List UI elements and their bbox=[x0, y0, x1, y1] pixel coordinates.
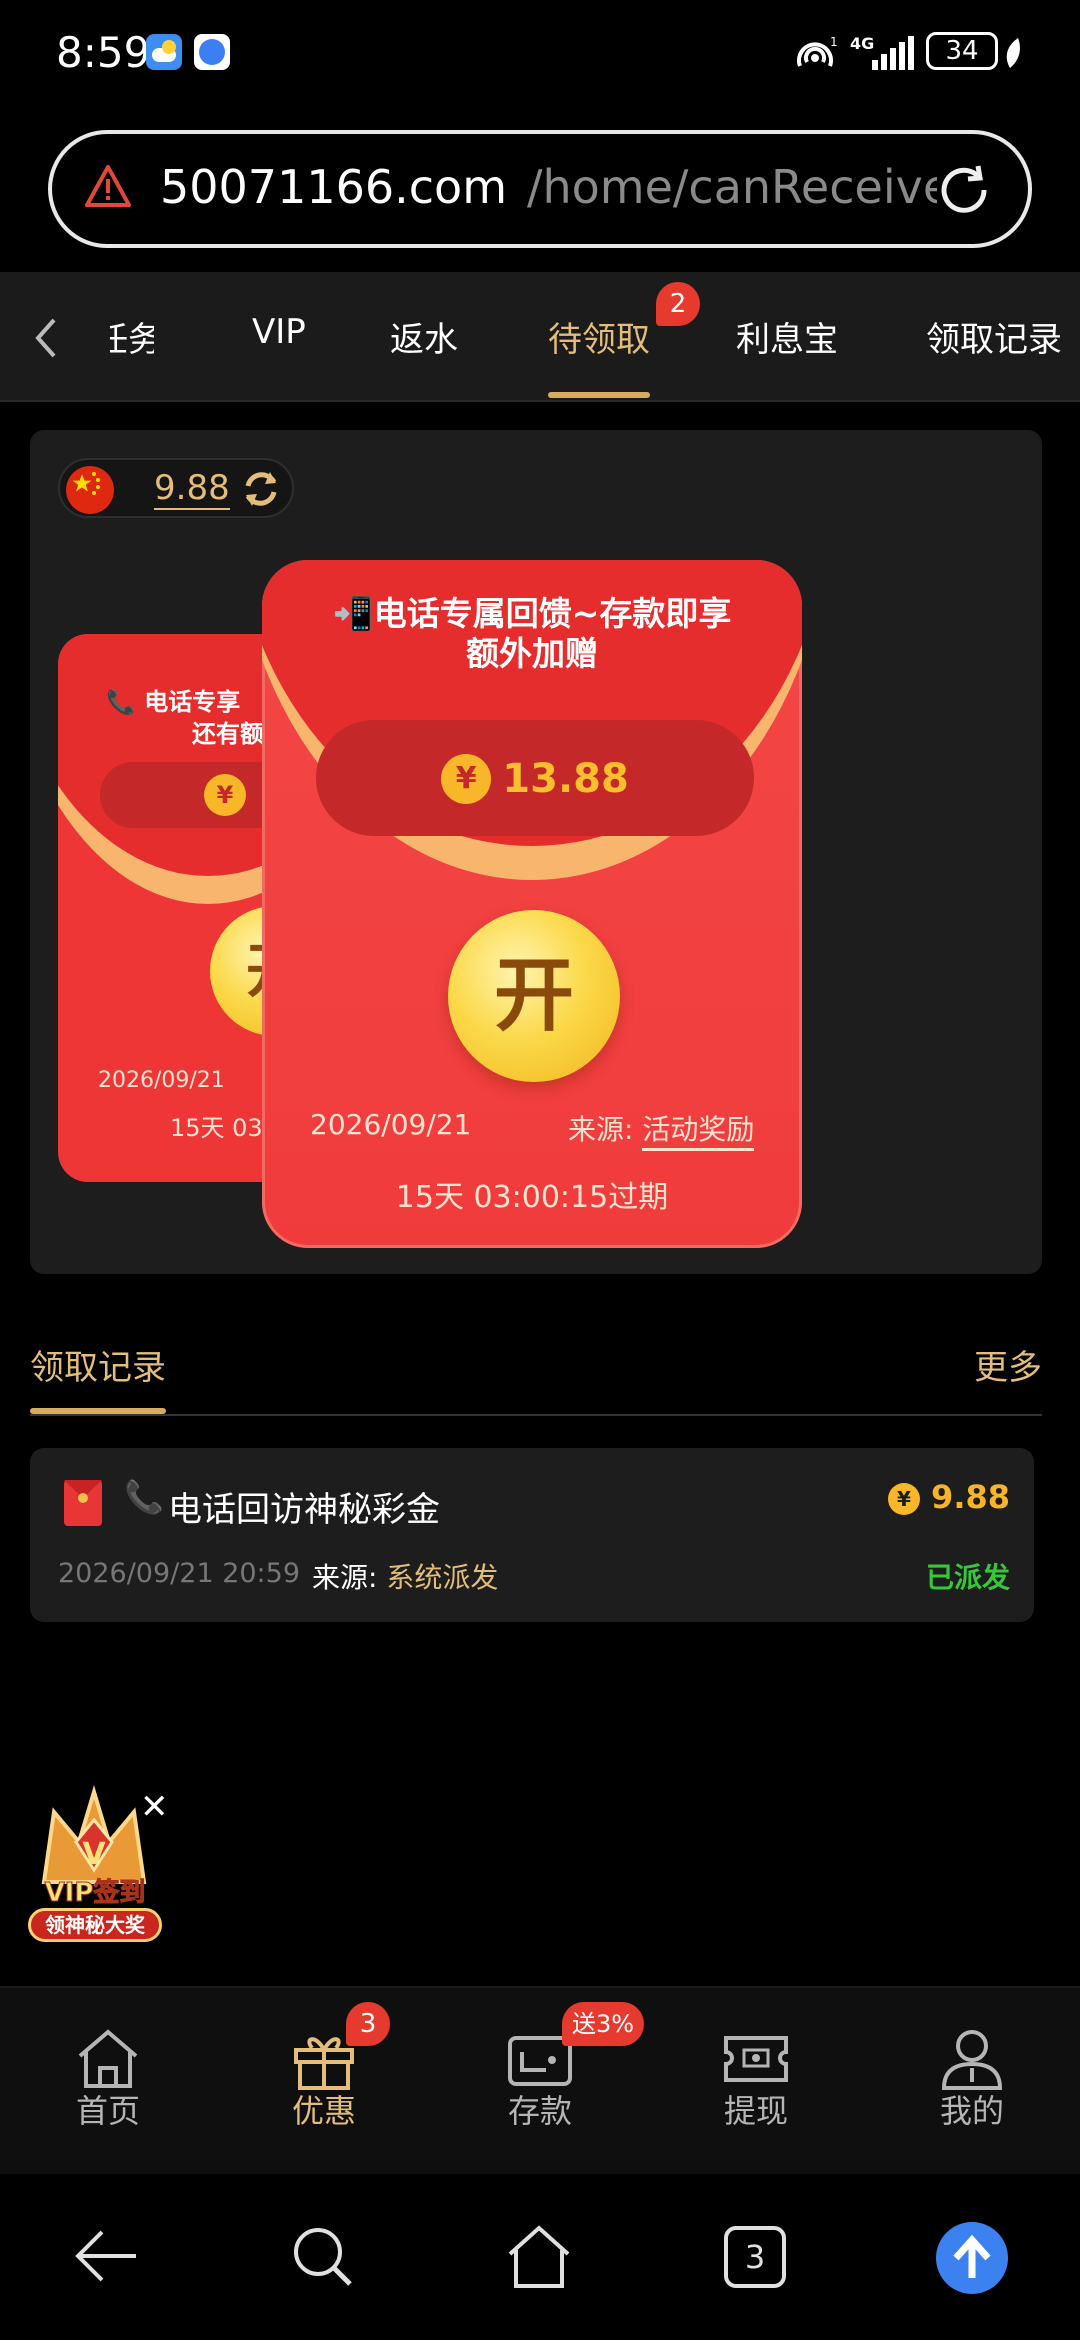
reload-icon[interactable] bbox=[934, 160, 994, 220]
home-icon[interactable] bbox=[506, 2224, 572, 2290]
phone-icon: 📞 bbox=[106, 688, 136, 716]
red-envelope-front[interactable]: 📲电话专属回馈~存款即享 额外加赠 ¥ 13.88 开 2026/09/21 来… bbox=[262, 560, 802, 1248]
envelope-front-amount-box: ¥ 13.88 bbox=[316, 720, 754, 836]
records-more-link[interactable]: 更多 bbox=[974, 1340, 1042, 1389]
envelope-front-source: 来源: 活动奖励 bbox=[568, 1108, 755, 1151]
source-value[interactable]: 活动奖励 bbox=[642, 1113, 755, 1151]
home-icon bbox=[78, 2029, 138, 2088]
source-label: 来源: bbox=[568, 1113, 634, 1146]
vip-signin-float[interactable]: V ✕ VIP签到 领神秘大奖 bbox=[20, 1782, 170, 1952]
status-time: 8:59 bbox=[56, 28, 151, 77]
red-envelope-icon bbox=[64, 1480, 102, 1526]
envelope-front-amount: 13.88 bbox=[502, 755, 629, 802]
record-item[interactable]: 📞 电话回访神秘彩金 ¥ 9.88 2026/09/21 20:59 来源: 系… bbox=[30, 1448, 1034, 1622]
envelope-panel: 9.88 📞 电话专享 还有额 ¥ 开 2026/09/21 15天 03 📲电… bbox=[30, 430, 1042, 1274]
tab-vip[interactable]: VIP bbox=[252, 312, 306, 352]
coin-icon: ¥ bbox=[204, 774, 246, 816]
vip-float-line1: VIP签到 bbox=[44, 1878, 146, 1909]
network-type: 4G bbox=[850, 34, 875, 53]
bottom-nav: 首页 3 优惠 送3% 存款 提现 我的 bbox=[0, 1986, 1080, 2174]
mobile-phone-icon: 📲 bbox=[332, 594, 374, 633]
record-title: 电话回访神秘彩金 bbox=[168, 1490, 440, 1530]
battery-level: 34 bbox=[945, 36, 979, 66]
leaf-icon bbox=[1006, 38, 1020, 68]
phone-icon: 📞 bbox=[124, 1478, 164, 1516]
tabs-count-button[interactable]: 3 bbox=[724, 2226, 786, 2288]
envelope-back-expire: 15天 03 bbox=[170, 1114, 263, 1142]
envelope-front-title-1: 📲电话专属回馈~存款即享 bbox=[332, 594, 732, 633]
nav-deposit-badge: 送3% bbox=[562, 2002, 645, 2046]
close-icon[interactable]: ✕ bbox=[140, 1790, 169, 1824]
svg-text:V: V bbox=[82, 1837, 106, 1872]
battery-icon: 34 bbox=[926, 32, 998, 70]
record-source: 来源: 系统派发 bbox=[312, 1561, 499, 1594]
weather-app-icon bbox=[146, 34, 182, 70]
hotspot-icon: 1 bbox=[797, 35, 838, 67]
balance-value: 9.88 bbox=[154, 468, 230, 510]
open-envelope-button[interactable]: 开 bbox=[448, 910, 620, 1082]
category-tabs: 任务 VIP 返水 待领取 2 利息宝 领取记录 bbox=[0, 272, 1080, 402]
back-arrow-icon[interactable] bbox=[74, 2226, 140, 2286]
status-bar: 8:59 1 4G 34 bbox=[0, 0, 1080, 110]
svg-text:1: 1 bbox=[830, 35, 838, 49]
tab-records[interactable]: 领取记录 bbox=[926, 312, 1062, 361]
browser-app-icon bbox=[194, 34, 230, 70]
record-datetime: 2026/09/21 20:59 bbox=[58, 1558, 301, 1589]
envelope-back-date: 2026/09/21 bbox=[98, 1068, 225, 1093]
section-title-underline bbox=[30, 1408, 166, 1414]
refresh-icon[interactable] bbox=[238, 466, 284, 512]
envelope-front-title-2: 额外加赠 bbox=[466, 634, 598, 673]
warning-icon[interactable] bbox=[84, 164, 132, 208]
section-divider bbox=[30, 1414, 1042, 1416]
cash-icon bbox=[724, 2036, 788, 2082]
envelope-back-title-1: 📞 电话专享 bbox=[106, 688, 241, 716]
tab-task-clip: 任务 bbox=[110, 272, 154, 402]
url-path: /home/canReceive? bbox=[527, 160, 937, 214]
user-icon bbox=[941, 2030, 1003, 2090]
coin-icon: ¥ bbox=[441, 753, 492, 804]
tab-pending[interactable]: 待领取 bbox=[548, 312, 650, 361]
upload-arrow-icon[interactable] bbox=[936, 2222, 1008, 2294]
tabs-count: 3 bbox=[744, 2238, 766, 2276]
envelope-back-title-2: 还有额 bbox=[192, 720, 264, 748]
records-section-title: 领取记录 bbox=[30, 1348, 166, 1388]
vip-float-line2: 领神秘大奖 bbox=[28, 1908, 162, 1942]
record-status: 已派发 bbox=[925, 1561, 1010, 1594]
coin-icon: ¥ bbox=[887, 1483, 920, 1515]
active-tab-indicator bbox=[548, 392, 650, 398]
envelope-front-date: 2026/09/21 bbox=[310, 1108, 472, 1141]
envelope-front-expire: 15天 03:00:15过期 bbox=[395, 1180, 669, 1215]
chevron-left-icon[interactable] bbox=[32, 316, 60, 360]
tab-interest[interactable]: 利息宝 bbox=[736, 312, 838, 361]
address-bar[interactable]: 50071166.com /home/canReceive? bbox=[48, 130, 1032, 248]
browser-toolbar: 3 bbox=[0, 2174, 1080, 2340]
china-flag-icon bbox=[66, 466, 114, 514]
url-host: 50071166.com bbox=[160, 160, 507, 214]
record-amount: ¥ 9.88 bbox=[887, 1478, 1010, 1516]
tab-rebate[interactable]: 返水 bbox=[390, 312, 458, 361]
balance-pill[interactable]: 9.88 bbox=[58, 458, 294, 518]
tab-pending-badge: 2 bbox=[656, 282, 700, 326]
search-icon[interactable] bbox=[290, 2224, 356, 2290]
tab-task[interactable]: 任务 bbox=[110, 312, 154, 361]
signal-icon bbox=[872, 36, 914, 70]
nav-promo-badge: 3 bbox=[346, 2002, 390, 2046]
